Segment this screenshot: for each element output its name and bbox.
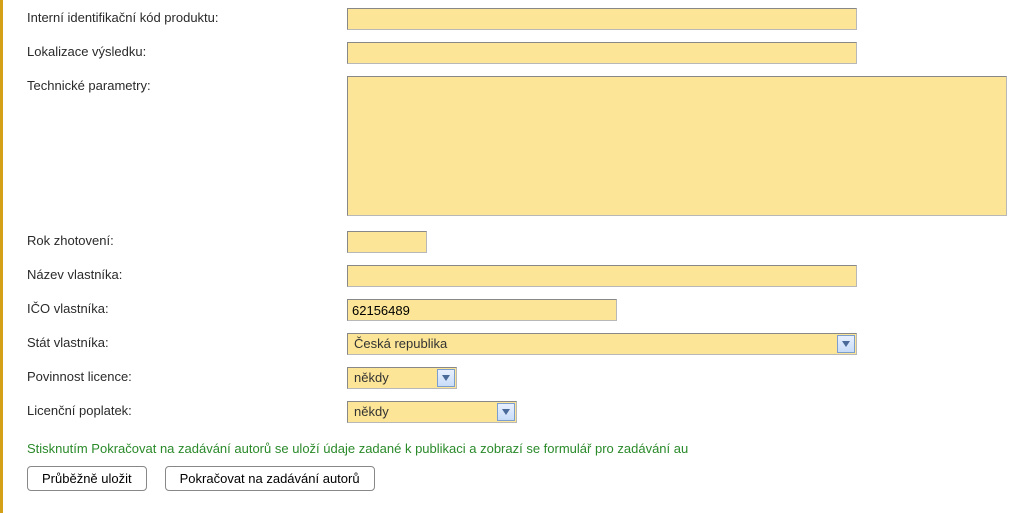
field-owner-state: Česká republika — [347, 333, 1014, 355]
row-tech-params: Technické parametry: — [27, 76, 1014, 219]
form-page: Interní identifikační kód produktu: Loka… — [0, 0, 1024, 513]
field-tech-params — [347, 76, 1014, 219]
label-year: Rok zhotovení: — [27, 231, 347, 248]
row-localization: Lokalizace výsledku: — [27, 42, 1014, 64]
row-year: Rok zhotovení: — [27, 231, 1014, 253]
form-container: Interní identifikační kód produktu: Loka… — [7, 0, 1024, 501]
input-owner-name[interactable] — [347, 265, 857, 287]
field-year — [347, 231, 1014, 253]
input-internal-code[interactable] — [347, 8, 857, 30]
field-license-duty: někdy — [347, 367, 1014, 389]
input-owner-ico[interactable] — [347, 299, 617, 321]
save-draft-button[interactable]: Průběžně uložit — [27, 466, 147, 491]
button-row: Průběžně uložit Pokračovat na zadávání a… — [27, 464, 1014, 491]
label-owner-ico: IČO vlastníka: — [27, 299, 347, 316]
field-license-fee: někdy — [347, 401, 1014, 423]
row-owner-name: Název vlastníka: — [27, 265, 1014, 287]
row-license-fee: Licenční poplatek: někdy — [27, 401, 1014, 423]
continue-authors-button[interactable]: Pokračovat na zadávání autorů — [165, 466, 375, 491]
row-internal-code: Interní identifikační kód produktu: — [27, 8, 1014, 30]
select-value-license-fee: někdy — [348, 402, 516, 422]
select-value-owner-state: Česká republika — [348, 334, 856, 354]
row-owner-ico: IČO vlastníka: — [27, 299, 1014, 321]
label-license-fee: Licenční poplatek: — [27, 401, 347, 418]
field-internal-code — [347, 8, 1014, 30]
field-localization — [347, 42, 1014, 64]
chevron-down-icon — [437, 369, 455, 387]
row-license-duty: Povinnost licence: někdy — [27, 367, 1014, 389]
input-localization[interactable] — [347, 42, 857, 64]
label-tech-params: Technické parametry: — [27, 76, 347, 93]
chevron-down-icon — [837, 335, 855, 353]
info-text: Stisknutím Pokračovat na zadávání autorů… — [27, 435, 1014, 464]
select-license-duty[interactable]: někdy — [347, 367, 457, 389]
textarea-tech-params[interactable] — [347, 76, 1007, 216]
label-localization: Lokalizace výsledku: — [27, 42, 347, 59]
row-owner-state: Stát vlastníka: Česká republika — [27, 333, 1014, 355]
label-license-duty: Povinnost licence: — [27, 367, 347, 384]
input-year[interactable] — [347, 231, 427, 253]
label-owner-state: Stát vlastníka: — [27, 333, 347, 350]
select-license-fee[interactable]: někdy — [347, 401, 517, 423]
field-owner-ico — [347, 299, 1014, 321]
field-owner-name — [347, 265, 1014, 287]
label-internal-code: Interní identifikační kód produktu: — [27, 8, 347, 25]
chevron-down-icon — [497, 403, 515, 421]
select-owner-state[interactable]: Česká republika — [347, 333, 857, 355]
label-owner-name: Název vlastníka: — [27, 265, 347, 282]
